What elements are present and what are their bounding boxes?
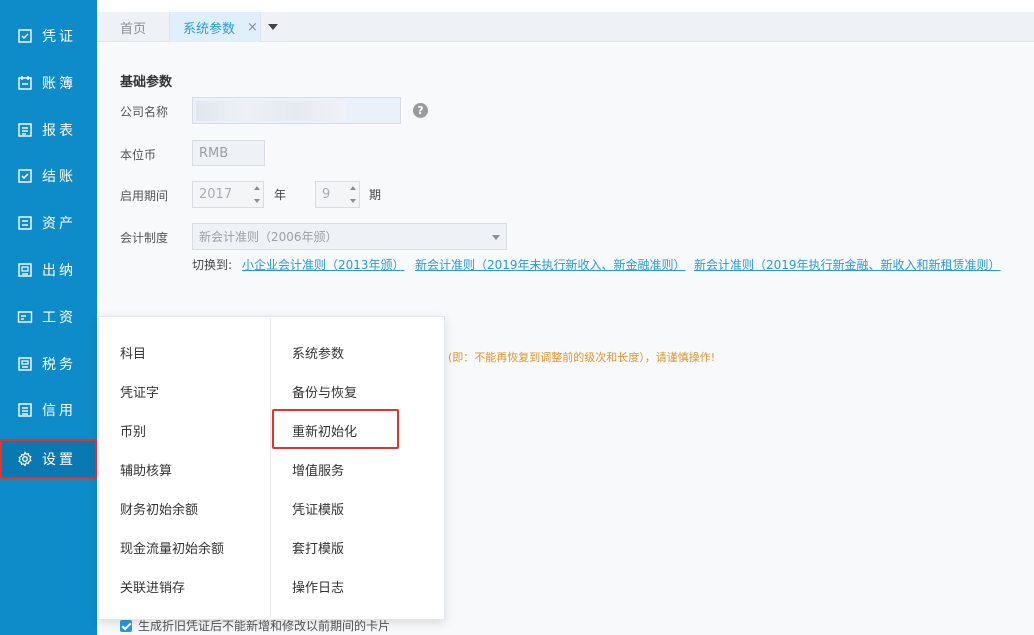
sidebar-item-voucher[interactable]: 凭证 [0,16,97,56]
sidebar-item-label: 信用 [42,403,76,419]
menu-item-voucher-type[interactable]: 凭证字 [120,382,159,401]
up-icon [349,186,356,191]
menu-item-system-params[interactable]: 系统参数 [292,343,344,362]
asset-icon [16,215,33,232]
sidebar-item-checkout[interactable]: 结账 [0,156,97,196]
menu-item-currency[interactable]: 币别 [120,421,146,440]
salary-icon [16,309,33,326]
cashier-icon [16,262,33,279]
sidebar-item-tax[interactable]: 税务 [0,344,97,384]
sidebar-item-credit[interactable]: 信用 [0,390,97,430]
menu-item-linked-inventory[interactable]: 关联进销存 [120,577,185,596]
tab-system-params[interactable]: 系统参数 × [169,12,261,42]
sidebar-item-label: 设置 [42,452,76,468]
sidebar-item-cashier[interactable]: 出纳 [0,250,97,290]
accounting-standard-label: 会计制度 [120,231,169,245]
tab-home[interactable]: 首页 [108,12,168,42]
report-icon [16,122,33,139]
down-icon [349,198,356,203]
switch-link-2019-without-new[interactable]: 新会计准则（2019年未执行新收入、新金融准则） [415,256,686,273]
menu-divider [270,318,271,618]
year-unit: 年 [274,188,287,202]
switch-link-small-enterprise[interactable]: 小企业会计准则（2013年颁） [242,256,405,273]
sidebar-item-label: 结账 [42,169,76,185]
help-icon[interactable]: ? [413,103,428,118]
tab-home-label: 首页 [120,21,147,37]
menu-item-operation-log[interactable]: 操作日志 [292,577,344,596]
sidebar-item-label: 凭证 [42,29,76,45]
period-stepper[interactable]: 9 [315,181,360,208]
close-icon[interactable]: × [247,20,258,35]
period-label: 启用期间 [120,189,169,203]
company-label: 公司名称 [120,105,169,119]
menu-item-voucher-template[interactable]: 凭证模版 [292,499,344,518]
ledger-icon [16,75,33,92]
sidebar-item-asset[interactable]: 资产 [0,203,97,243]
period-unit: 期 [369,188,382,202]
period-value: 9 [322,187,331,202]
menu-item-auxiliary-accounting[interactable]: 辅助核算 [120,460,172,479]
sidebar-item-label: 账簿 [42,76,76,92]
sidebar-item-settings[interactable]: 设置 [0,439,97,479]
section-title: 基础参数 [120,75,173,90]
sidebar-item-ledger[interactable]: 账簿 [0,63,97,103]
company-name-blurred-value [196,101,346,121]
accounting-standard-select[interactable]: 新会计准则（2006年颁） [192,223,507,250]
menu-item-cashflow-initial-balance[interactable]: 现金流量初始余额 [120,538,224,557]
currency-field: RMB [192,140,265,166]
credit-icon [16,402,33,419]
menu-item-accounts[interactable]: 科目 [120,343,146,362]
tax-icon [16,356,33,373]
tab-more-button[interactable] [262,12,284,42]
up-icon [253,186,260,191]
switch-link-2019-with-new[interactable]: 新会计准则（2019年执行新金融、新收入和新租赁准则） [694,256,1001,273]
checkbox-checked-icon[interactable] [120,619,132,632]
warning-text: (即：不能再恢复到调整前的级次和长度），请谨慎操作! [448,351,716,364]
menu-item-initial-balance[interactable]: 财务初始余额 [120,499,198,518]
sidebar-item-label: 报表 [42,123,76,139]
sidebar-item-label: 出纳 [42,263,76,279]
switch-to-label: 切换到: [192,258,233,272]
period-stepper-arrows[interactable] [346,182,359,207]
accounting-standard-value: 新会计准则（2006年颁） [199,230,338,244]
voucher-icon [16,28,33,45]
sidebar-item-report[interactable]: 报表 [0,110,97,150]
year-stepper[interactable]: 2017 [192,181,264,208]
sidebar-item-label: 资产 [42,216,76,232]
chevron-down-icon [492,235,500,240]
year-stepper-arrows[interactable] [250,182,263,207]
sidebar-item-label: 税务 [42,357,76,373]
currency-label: 本位币 [120,148,157,162]
menu-item-print-template[interactable]: 套打模版 [292,538,344,557]
chevron-down-icon [268,24,278,30]
checkout-icon [16,168,33,185]
gear-icon [16,451,33,468]
tab-system-params-label: 系统参数 [183,21,236,37]
menu-item-backup-restore[interactable]: 备份与恢复 [292,382,357,401]
year-value: 2017 [199,187,233,202]
sidebar-item-label: 工资 [42,310,76,326]
menu-item-value-added-services[interactable]: 增值服务 [292,460,344,479]
sidebar-item-salary[interactable]: 工资 [0,297,97,337]
reinitialize-highlight-box [272,409,399,449]
down-icon [253,198,260,203]
